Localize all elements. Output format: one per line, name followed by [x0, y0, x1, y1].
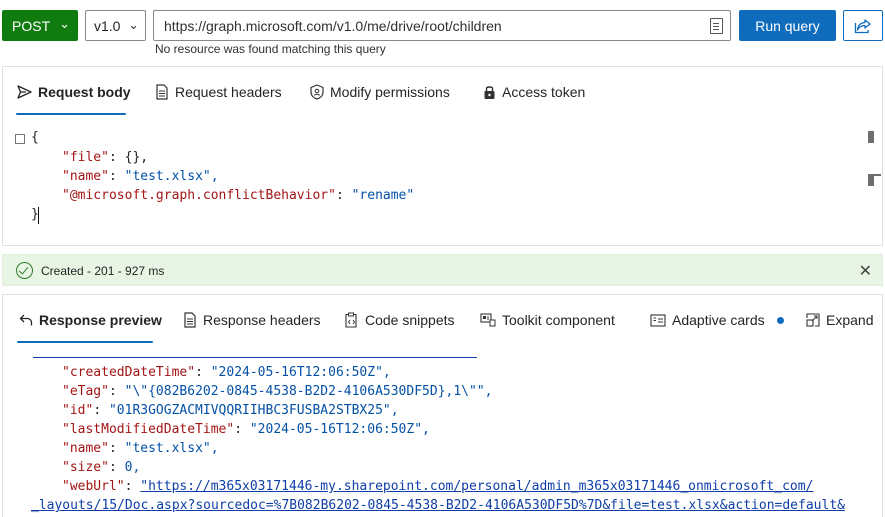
tab-label: Response preview — [39, 312, 162, 328]
api-version-dropdown[interactable]: v1.0 ⌄ — [85, 10, 146, 41]
document-icon — [183, 312, 197, 328]
url-validation-message: No resource was found matching this quer… — [155, 42, 386, 56]
fold-toggle[interactable] — [15, 134, 25, 144]
weburl-link-continued[interactable]: _layouts/15/Doc.aspx?sourcedoc=%7B082B62… — [31, 498, 845, 513]
tab-response-headers[interactable]: Response headers — [183, 312, 321, 328]
response-line: "id": "01R3GOGZACMIVQQRIIHBC3FUSBA2STBX2… — [62, 403, 399, 418]
undo-arrow-icon — [19, 313, 33, 327]
chevron-down-icon: ⌄ — [59, 16, 70, 31]
tab-adaptive-cards[interactable]: Adaptive cards — [650, 312, 784, 328]
tab-label: Response headers — [203, 312, 321, 328]
response-weburl-line: "webUrl": "https://m365x03171446-my.shar… — [62, 479, 814, 494]
close-icon[interactable]: ✕ — [859, 261, 872, 281]
tab-response-preview[interactable]: Response preview — [19, 312, 162, 328]
tab-request-headers[interactable]: Request headers — [155, 84, 282, 100]
card-icon — [650, 313, 666, 327]
tab-access-token[interactable]: Access token — [483, 84, 585, 100]
chevron-down-icon: ⌄ — [128, 17, 139, 32]
weburl-link[interactable]: "https://m365x03171446-my.sharepoint.com… — [140, 479, 813, 494]
scrollbar-thumb[interactable] — [868, 131, 874, 143]
text-cursor — [38, 207, 39, 224]
request-body-line[interactable]: "name": "test.xlsx", — [62, 169, 219, 184]
response-weburl-continuation: _layouts/15/Doc.aspx?sourcedoc=%7B082B62… — [31, 498, 845, 513]
run-query-button[interactable]: Run query — [739, 10, 836, 41]
expand-icon — [806, 313, 820, 327]
share-icon — [854, 18, 872, 34]
tab-toolkit-component[interactable]: Toolkit component — [480, 312, 615, 328]
active-tab-indicator — [16, 113, 126, 115]
tab-label: Toolkit component — [502, 312, 615, 328]
response-line: "createdDateTime": "2024-05-16T12:06:50Z… — [62, 365, 391, 380]
request-body-line[interactable]: "@microsoft.graph.conflictBehavior": "re… — [62, 188, 414, 203]
query-url-value: https://graph.microsoft.com/v1.0/me/driv… — [164, 17, 502, 34]
response-line: "name": "test.xlsx", — [62, 441, 219, 456]
request-body-line[interactable]: "file": {}, — [62, 150, 148, 165]
send-icon — [17, 85, 32, 99]
document-icon — [155, 84, 169, 100]
tab-modify-permissions[interactable]: Modify permissions — [310, 84, 450, 100]
lock-icon — [483, 84, 496, 100]
status-message-bar: Created - 201 - 927 ms ✕ — [2, 254, 883, 286]
tab-label: Access token — [502, 84, 586, 100]
clipboard-code-icon — [344, 312, 359, 328]
api-version-value: v1.0 — [94, 17, 121, 34]
response-line: "eTag": "\"{082B6202-0845-4538-B2D2-4106… — [62, 384, 493, 399]
tab-label: Request body — [38, 84, 131, 100]
shield-icon — [310, 84, 324, 100]
tab-code-snippets[interactable]: Code snippets — [344, 312, 455, 328]
document-icon[interactable] — [710, 18, 723, 34]
checkmark-circle-icon — [16, 262, 33, 279]
status-text: Created - 201 - 927 ms — [41, 264, 165, 278]
new-indicator-dot — [776, 316, 784, 324]
http-method-value: POST — [12, 17, 51, 34]
tab-label: Expand — [826, 312, 874, 328]
toolkit-icon — [480, 313, 496, 327]
share-button[interactable] — [843, 10, 883, 41]
query-url-input[interactable]: https://graph.microsoft.com/v1.0/me/driv… — [153, 10, 731, 41]
http-method-dropdown[interactable]: POST ⌄ — [2, 10, 78, 41]
request-body-open-brace: { — [31, 130, 39, 145]
tab-label: Code snippets — [365, 312, 455, 328]
tab-request-body[interactable]: Request body — [17, 84, 131, 100]
response-line: "lastModifiedDateTime": "2024-05-16T12:0… — [62, 422, 430, 437]
tab-label: Request headers — [175, 84, 282, 100]
tab-label: Modify permissions — [330, 84, 450, 100]
response-line: "size": 0, — [62, 460, 141, 475]
partial-link-underline — [33, 357, 477, 358]
tab-label: Adaptive cards — [672, 312, 765, 328]
active-tab-indicator — [17, 341, 153, 343]
expand-button[interactable]: Expand — [806, 312, 873, 328]
scrollbar-thumb[interactable] — [868, 176, 874, 186]
